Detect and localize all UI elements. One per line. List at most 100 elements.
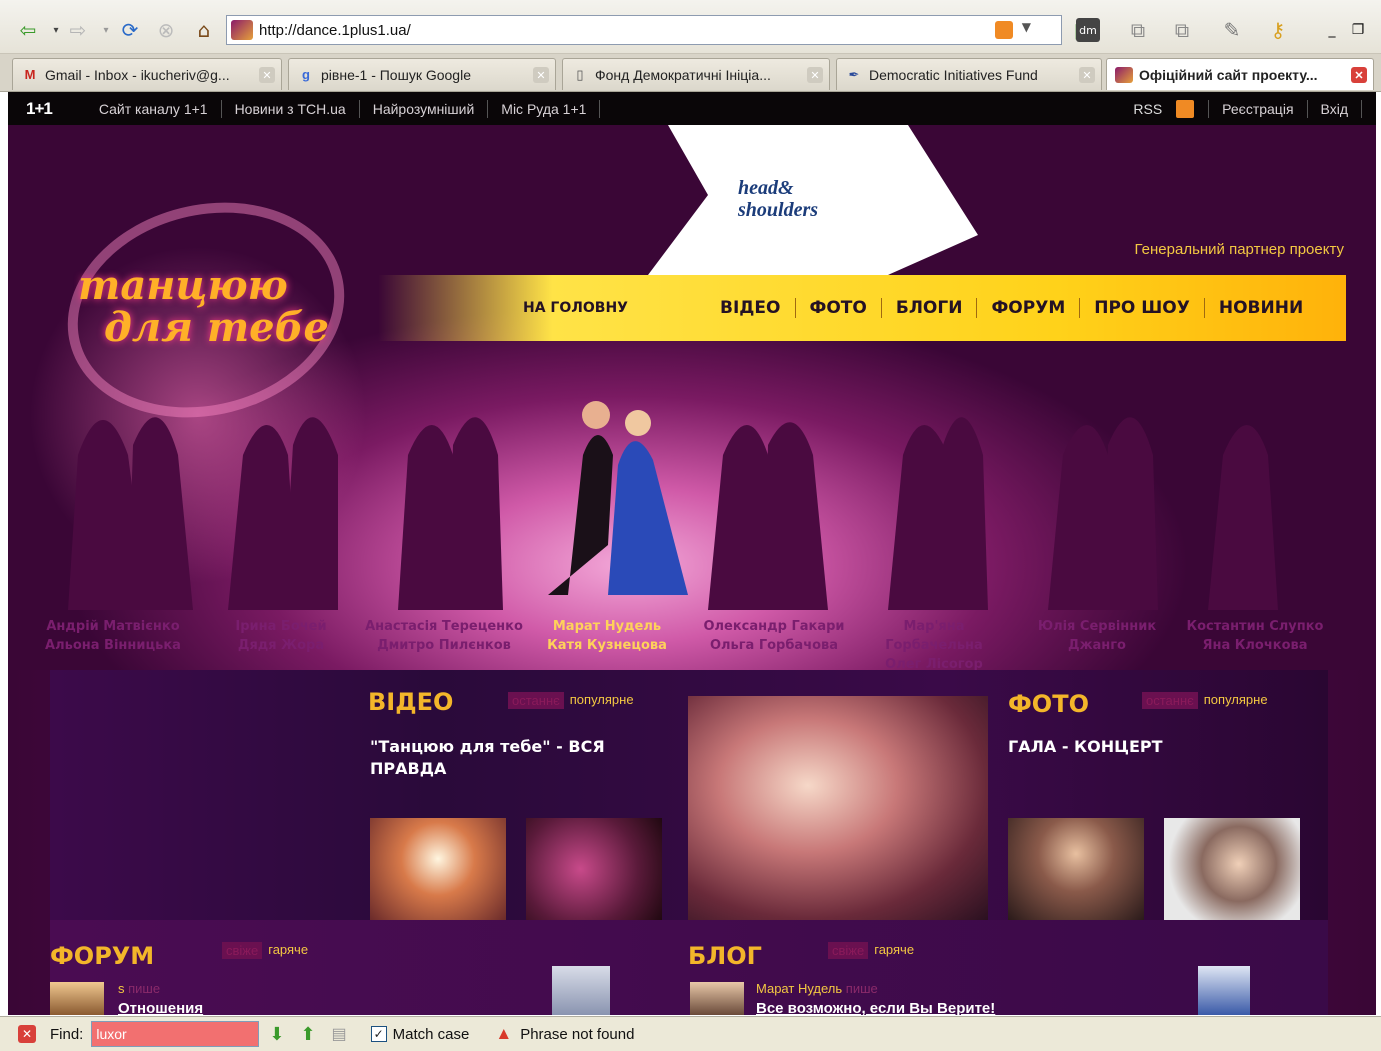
couple-name-1b: Альона Вінницька — [45, 638, 181, 653]
match-case-checkbox[interactable]: ✓ — [370, 1026, 387, 1042]
reload-icon[interactable]: ⟳ — [116, 16, 144, 44]
couple-5[interactable]: Олександр Гакари Ольга Горбачова — [694, 617, 854, 655]
couple-name-1a: Андрій Матвієнко — [46, 619, 180, 634]
blog-tab-fresh[interactable]: свіже — [828, 942, 869, 959]
tab-official-site[interactable]: Офіційний сайт проекту... ✕ — [1106, 58, 1374, 90]
shampoo-ad-image[interactable] — [1198, 966, 1250, 1015]
home-icon[interactable]: ⌂ — [190, 16, 218, 44]
history-dropdown-icon[interactable]: ▼ — [1022, 20, 1031, 34]
link-channel-site[interactable]: Сайт каналу 1+1 — [86, 99, 222, 118]
link-smartest[interactable]: Найрозумніший — [360, 99, 489, 118]
rss-icon[interactable] — [1176, 99, 1195, 118]
close-find-icon[interactable]: ✕ — [18, 1025, 36, 1043]
video-tab-latest[interactable]: останнє — [508, 692, 564, 709]
tab-label: Офіційний сайт проекту... — [1139, 66, 1318, 83]
blog-post-title[interactable]: Все возможно, если Вы Верите! — [756, 1000, 995, 1017]
edit-icon[interactable]: ✎ — [1218, 16, 1246, 44]
tab-democratic-initiatives[interactable]: ✒ Democratic Initiatives Fund ✕ — [836, 58, 1102, 90]
address-url[interactable]: http://dance.1plus1.ua/ — [259, 22, 411, 39]
couple-1[interactable]: Андрій Матвієнко Альона Вінницька — [38, 617, 188, 655]
find-label: Find: — [50, 1025, 84, 1043]
tab-google-search[interactable]: g рівне-1 - Пошук Google ✕ — [288, 58, 556, 90]
browser-toolbar: ⇦ ▾ ⇨ ▾ ⟳ ⊗ ⌂ http://dance.1plus1.ua/ ▼ … — [0, 0, 1381, 54]
address-bar[interactable]: http://dance.1plus1.ua/ ▼ ▶ — [226, 15, 1091, 45]
highlight-all-icon[interactable]: ▤ — [332, 1024, 347, 1044]
couple-name-3b: Дмитро Пилєнков — [377, 638, 511, 653]
close-tab-icon[interactable]: ✕ — [1351, 67, 1367, 83]
video-tab-popular[interactable]: популярне — [570, 692, 634, 709]
rss-feed-icon[interactable] — [995, 21, 1013, 39]
blog-writes-label: пише — [845, 981, 878, 996]
site-favicon — [1115, 66, 1133, 83]
site-favicon — [231, 20, 253, 40]
close-tab-icon[interactable]: ✕ — [259, 67, 275, 83]
find-previous-icon[interactable]: ⬆ — [300, 1024, 315, 1045]
blog-tab-hot[interactable]: гаряче — [874, 942, 914, 959]
key-icon[interactable]: ⚷ — [1264, 16, 1292, 44]
tab-gmail[interactable]: M Gmail - Inbox - ikucheriv@g... ✕ — [12, 58, 282, 90]
photo-headline[interactable]: ГАЛА - КОНЦЕРТ — [1008, 736, 1308, 758]
network-tools-icon[interactable]: ⧉ — [1168, 16, 1196, 44]
forum-avatar[interactable] — [50, 982, 104, 1015]
find-input[interactable] — [91, 1021, 260, 1047]
close-tab-icon[interactable]: ✕ — [1079, 67, 1095, 83]
couple-name-4a: Марат Нудель — [552, 619, 662, 634]
photo-section-title[interactable]: ФОТО — [1008, 690, 1089, 718]
blog-section-title[interactable]: БЛОГ — [688, 942, 762, 970]
rss-link[interactable]: RSS — [1133, 101, 1162, 117]
forum-post-title[interactable]: Отношения — [118, 1000, 203, 1017]
forward-icon[interactable]: ⇨ — [64, 16, 92, 44]
forum-tab-hot[interactable]: гаряче — [268, 942, 308, 959]
couple-7[interactable]: Юлія Сервінник Джанго — [1022, 617, 1172, 655]
photo-tab-popular[interactable]: популярне — [1204, 692, 1268, 709]
couple-8[interactable]: Костантин Слупко Яна Клочкова — [1180, 617, 1330, 655]
find-next-icon[interactable]: ⬇ — [269, 1024, 284, 1045]
link-tsn-news[interactable]: Новини з ТСН.ua — [222, 99, 360, 118]
site-top-bar: 1+1 Сайт каналу 1+1 Новини з ТСН.ua Найр… — [8, 92, 1376, 125]
couple-2[interactable]: Ірина Бочей Дядя Жора — [206, 617, 356, 655]
blog-author-name[interactable]: Марат Нудель — [756, 981, 842, 996]
couple-3[interactable]: Анастасія Тереценко Дмитро Пилєнков — [362, 617, 526, 655]
dm-extension-icon[interactable]: dm — [1076, 18, 1100, 42]
forum-author-name[interactable]: s — [118, 981, 125, 996]
login-link[interactable]: Вхід — [1308, 99, 1362, 118]
network-icon[interactable]: ⧉ — [1124, 16, 1152, 44]
restore-icon[interactable]: ❐ — [1344, 16, 1372, 44]
find-bar: ✕ Find: ⬇ ⬆ ▤ ✓ Match case ▲ Phrase not … — [0, 1016, 1381, 1051]
find-status: Phrase not found — [520, 1025, 635, 1043]
couple-name-6a: Мар'яна Горбачельна — [885, 619, 983, 653]
channel-logo[interactable]: 1+1 — [26, 99, 53, 119]
forum-tabs: свіже гаряче — [222, 942, 308, 959]
blog-avatar[interactable] — [690, 982, 744, 1015]
link-miss-ruda[interactable]: Міс Руда 1+1 — [488, 99, 601, 118]
close-tab-icon[interactable]: ✕ — [533, 67, 549, 83]
stop-icon[interactable]: ⊗ — [152, 16, 180, 44]
featured-photo[interactable] — [688, 696, 988, 920]
page-icon: ▯ — [576, 66, 584, 82]
photo-tabs: останнє популярне — [1142, 692, 1268, 709]
video-thumbnail-2[interactable] — [526, 818, 662, 920]
forum-section-title[interactable]: ФОРУМ — [50, 942, 154, 970]
couple-4[interactable]: Марат Нудель Катя Кузнецова — [532, 617, 682, 655]
video-section-title[interactable]: ВІДЕО — [368, 688, 453, 716]
back-icon[interactable]: ⇦ — [14, 16, 42, 44]
close-tab-icon[interactable]: ✕ — [807, 67, 823, 83]
couple-6[interactable]: Мар'яна Горбачельна Олег Лісогор — [856, 617, 1012, 670]
couple-name-6b: Олег Лісогор — [885, 657, 983, 670]
photo-thumbnail-1[interactable] — [1008, 818, 1144, 920]
pen-icon: ✒ — [848, 66, 860, 82]
photo-tab-latest[interactable]: останнє — [1142, 692, 1198, 709]
match-case-option[interactable]: ✓ Match case — [370, 1026, 469, 1043]
product-ad-image[interactable] — [552, 966, 610, 1015]
forum-post-author: s пише — [118, 981, 160, 996]
minimize-icon[interactable]: _ — [1318, 16, 1346, 44]
tab-fund-ua[interactable]: ▯ Фонд Демократичні Ініціа... ✕ — [562, 58, 830, 90]
video-headline[interactable]: "Танцюю для тебе" - ВСЯ ПРАВДА — [370, 736, 650, 780]
register-link[interactable]: Реєстрація — [1208, 99, 1308, 118]
blog-tabs: свіже гаряче — [828, 942, 914, 959]
video-thumbnail-1[interactable] — [370, 818, 506, 920]
forum-blog-strip: ФОРУМ свіже гаряче s пише Отношения БЛОГ… — [50, 920, 1328, 1017]
photo-thumbnail-2[interactable] — [1164, 818, 1300, 920]
forum-tab-fresh[interactable]: свіже — [222, 942, 263, 959]
media-panel: ВІДЕО останнє популярне "Танцюю для тебе… — [50, 670, 1328, 920]
